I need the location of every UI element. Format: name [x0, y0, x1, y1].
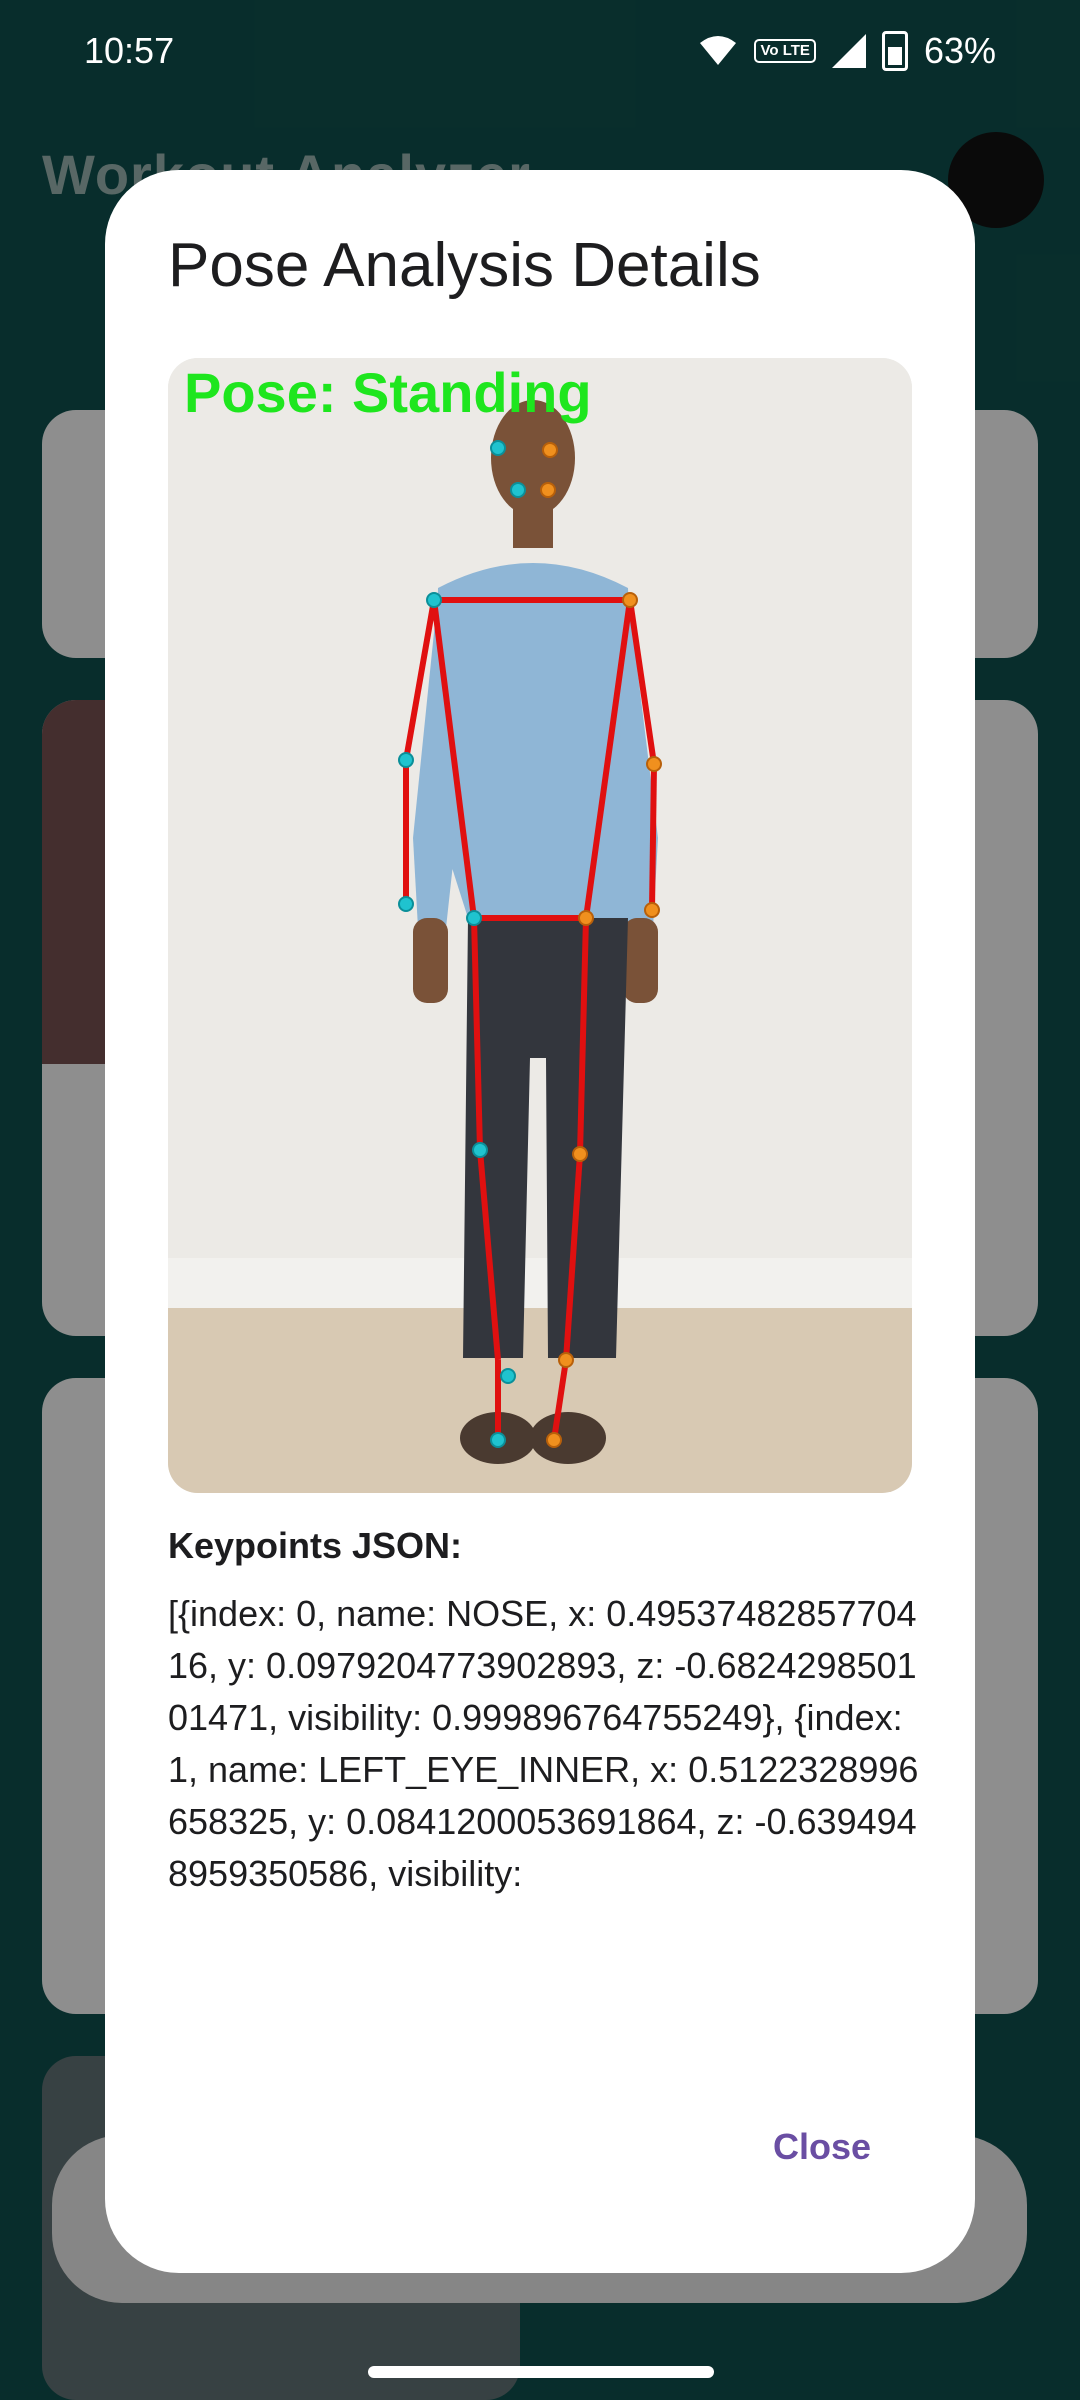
status-bar: 10:57 Vo LTE 63% — [0, 0, 1080, 100]
wifi-icon — [700, 36, 737, 65]
battery-icon — [881, 31, 908, 71]
pose-label: Pose: Standing — [184, 361, 592, 424]
keypoints-heading: Keypoints JSON: — [168, 1525, 463, 1566]
dialog-title: Pose Analysis Details — [168, 231, 761, 300]
close-button[interactable]: Close — [767, 2125, 877, 2169]
volte-icon: Vo LTE — [754, 39, 816, 63]
pose-details-dialog: Pose Analysis Details Pose: Standing Key… — [105, 170, 975, 2273]
pose-image: Pose: Standing — [168, 358, 912, 1493]
pose-illustration — [168, 358, 912, 1493]
home-indicator[interactable] — [368, 2366, 714, 2378]
battery-percent: 63% — [923, 30, 996, 71]
signal-icon — [831, 34, 866, 68]
keypoints-json: [{index: 0, name: NOSE, x: 0.49537482857… — [168, 1593, 919, 1894]
status-time: 10:57 — [84, 30, 175, 71]
